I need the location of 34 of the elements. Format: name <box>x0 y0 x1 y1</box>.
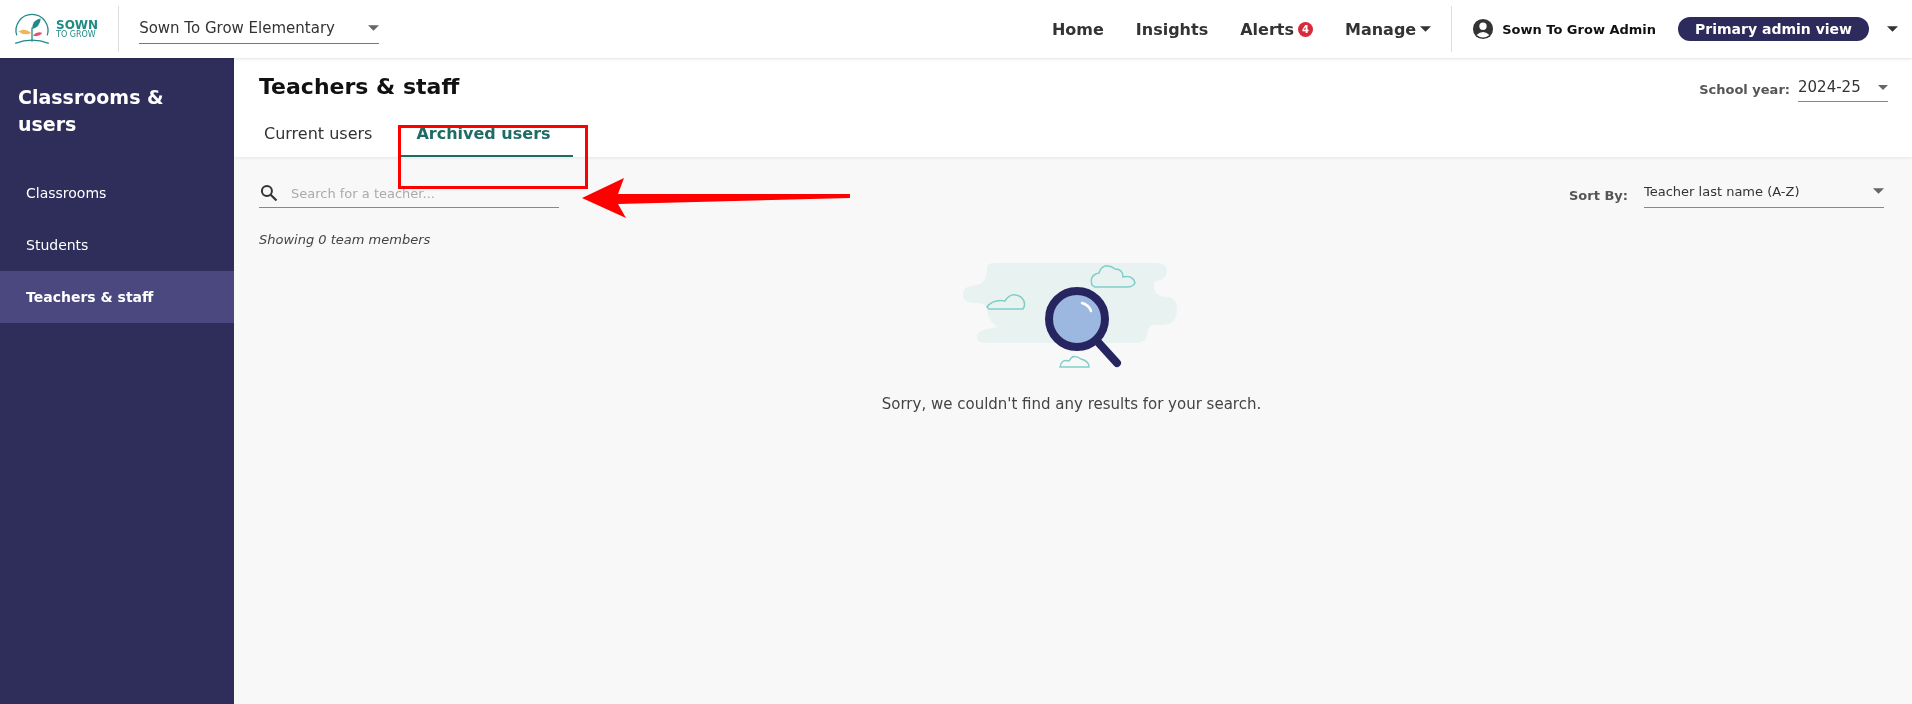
caret-icon[interactable] <box>1887 26 1898 32</box>
nav-label: Alerts <box>1240 19 1294 39</box>
alerts-link[interactable]: Alerts 4 <box>1240 19 1313 39</box>
user-name: Sown To Grow Admin <box>1502 21 1657 37</box>
caret-icon <box>1873 188 1884 194</box>
caret-icon <box>1878 84 1888 90</box>
sidebar-item[interactable]: Classrooms <box>0 167 234 220</box>
school-select[interactable]: Sown To Grow Elementary <box>139 14 380 44</box>
sort-select[interactable]: Teacher last name (A-Z) <box>1644 183 1884 208</box>
tab[interactable]: Archived users <box>400 114 573 157</box>
nav-link[interactable]: Home <box>1051 19 1104 39</box>
caret-icon <box>1420 26 1432 32</box>
logo-wordmark: SOWN <box>56 19 99 31</box>
nav-link[interactable]: Insights <box>1135 19 1209 39</box>
page-title: Teachers & staff <box>259 73 460 99</box>
sprout-logo-icon <box>12 11 52 47</box>
sort-label: Sort By: <box>1568 188 1628 203</box>
caret-icon <box>368 24 380 31</box>
sidebar-item[interactable]: Teachers & staff <box>0 271 234 324</box>
alert-count-badge: 4 <box>1297 21 1313 37</box>
manage-menu[interactable]: Manage <box>1344 19 1432 39</box>
user-avatar-icon <box>1472 18 1495 40</box>
tab[interactable]: Current users <box>259 114 387 157</box>
school-year-label: School year: <box>1699 81 1790 97</box>
school-year-select[interactable]: 2024-25 <box>1798 76 1888 102</box>
search-field[interactable]: Search for a teacher... <box>289 184 559 202</box>
search-icon <box>259 183 279 203</box>
sidebar-title: Classrooms & users <box>17 85 165 137</box>
logo-tagline: TO GROW <box>56 31 96 39</box>
admin-view-button[interactable]: Primary admin view <box>1678 17 1869 41</box>
empty-state-message: Sorry, we couldn't find any results for your search. <box>881 395 1262 413</box>
sidebar-item[interactable]: Students <box>0 219 234 272</box>
nav-label: Manage <box>1344 19 1417 39</box>
results-count: Showing 0 team members <box>259 232 432 247</box>
